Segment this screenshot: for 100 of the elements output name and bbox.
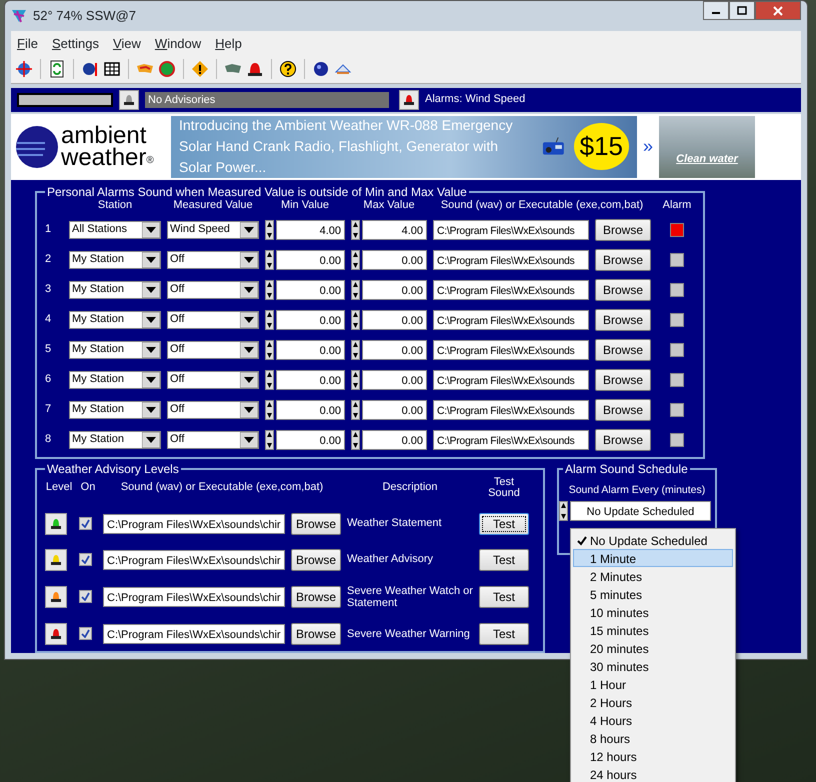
menu-option[interactable]: 5 minutes <box>573 585 733 603</box>
station-dropdown[interactable]: My Station <box>69 250 161 268</box>
spinner-icon[interactable] <box>265 430 274 450</box>
test-button[interactable]: Test <box>479 512 529 534</box>
on-checkbox[interactable] <box>79 553 92 566</box>
sound-path-field[interactable]: C:\Program Files\WxEx\sounds <box>433 370 589 390</box>
measure-dropdown[interactable]: Off <box>167 250 259 268</box>
help-icon[interactable] <box>279 60 297 78</box>
grid-icon[interactable] <box>103 60 121 78</box>
ad-banner[interactable]: Introducing the Ambient Weather WR-088 Emergency Solar Hand Crank Radio, Flashlight, Generator with Solar Power... $15 <box>171 116 637 178</box>
level-light-button[interactable] <box>45 586 67 608</box>
browse-button[interactable]: Browse <box>595 278 651 300</box>
minimize-button[interactable] <box>703 1 729 20</box>
browse-button[interactable]: Browse <box>595 428 651 450</box>
level-light-button[interactable] <box>45 622 67 645</box>
station-dropdown[interactable]: My Station <box>69 430 161 448</box>
menu-option[interactable]: 4 Hours <box>573 711 733 729</box>
browse-button[interactable]: Browse <box>291 512 341 534</box>
measure-dropdown[interactable]: Off <box>167 340 259 358</box>
sound-path-field[interactable]: C:\Program Files\WxEx\sounds\chir <box>103 624 285 644</box>
sound-path-field[interactable]: C:\Program Files\WxEx\sounds <box>433 280 589 300</box>
menu-item[interactable]: Window <box>154 34 202 54</box>
menu-item[interactable]: View <box>112 34 141 54</box>
spinner-icon[interactable] <box>351 220 360 240</box>
browse-button[interactable]: Browse <box>291 586 341 608</box>
level-light-button[interactable] <box>45 548 67 570</box>
max-value-field[interactable]: 0.00 <box>362 370 427 390</box>
menu-option[interactable]: 12 hours <box>573 747 733 765</box>
menu-item[interactable]: Help <box>215 34 242 54</box>
max-value-field[interactable]: 0.00 <box>362 340 427 360</box>
spinner-icon[interactable] <box>351 400 360 420</box>
min-value-field[interactable]: 0.00 <box>276 250 345 270</box>
station-dropdown[interactable]: My Station <box>69 340 161 358</box>
close-button[interactable] <box>755 1 801 20</box>
max-value-field[interactable]: 0.00 <box>362 280 427 300</box>
menu-item[interactable]: File <box>17 34 38 54</box>
menu-option[interactable]: 2 Minutes <box>573 567 733 585</box>
browse-button[interactable]: Browse <box>595 218 651 240</box>
min-value-field[interactable]: 4.00 <box>276 220 345 240</box>
warning-icon[interactable] <box>191 60 209 78</box>
spinner-icon[interactable] <box>351 250 360 270</box>
menu-option[interactable]: No Update Scheduled <box>573 531 733 549</box>
max-value-field[interactable]: 0.00 <box>362 310 427 330</box>
sound-path-field[interactable]: C:\Program Files\WxEx\sounds\chir <box>103 586 285 607</box>
menu-option[interactable]: 15 minutes <box>573 621 733 639</box>
sound-path-field[interactable]: C:\Program Files\WxEx\sounds <box>433 220 589 240</box>
test-button[interactable]: Test <box>479 548 529 570</box>
sound-path-field[interactable]: C:\Program Files\WxEx\sounds <box>433 250 589 270</box>
spinner-icon[interactable] <box>265 310 274 330</box>
globe-icon[interactable] <box>158 60 176 78</box>
spinner-icon[interactable] <box>265 220 274 240</box>
spinner-icon[interactable] <box>351 340 360 360</box>
test-button[interactable]: Test <box>479 622 529 645</box>
min-value-field[interactable]: 0.00 <box>276 400 345 420</box>
measure-dropdown[interactable]: Off <box>167 280 259 298</box>
station-dropdown[interactable]: My Station <box>69 370 161 388</box>
menu-option[interactable]: 8 hours <box>573 729 733 747</box>
max-value-field[interactable]: 0.00 <box>362 430 427 450</box>
next-ad-link[interactable]: » <box>643 133 654 160</box>
menu-option[interactable]: 30 minutes <box>573 657 733 675</box>
spinner-icon[interactable] <box>559 500 568 520</box>
on-checkbox[interactable] <box>79 590 92 604</box>
on-checkbox[interactable] <box>79 627 92 640</box>
menu-option[interactable]: 1 Hour <box>573 675 733 693</box>
spinner-icon[interactable] <box>351 370 360 390</box>
station-dropdown[interactable]: All Stations <box>69 220 161 238</box>
measure-dropdown[interactable]: Off <box>167 310 259 328</box>
measure-dropdown[interactable]: Wind Speed <box>167 220 259 238</box>
sound-path-field[interactable]: C:\Program Files\WxEx\sounds <box>433 400 589 420</box>
browse-button[interactable]: Browse <box>291 548 341 570</box>
sound-path-field[interactable]: C:\Program Files\WxEx\sounds\chir <box>103 514 285 534</box>
level-light-button[interactable] <box>45 512 67 534</box>
on-checkbox[interactable] <box>79 517 92 530</box>
min-value-field[interactable]: 0.00 <box>276 370 345 390</box>
spinner-icon[interactable] <box>351 280 360 300</box>
measure-dropdown[interactable]: Off <box>167 400 259 418</box>
max-value-field[interactable]: 0.00 <box>362 250 427 270</box>
menu-option[interactable]: 20 minutes <box>573 639 733 657</box>
min-value-field[interactable]: 0.00 <box>276 340 345 360</box>
max-value-field[interactable]: 0.00 <box>362 400 427 420</box>
globe-icon[interactable] <box>15 60 33 78</box>
browse-button[interactable]: Browse <box>595 308 651 330</box>
spinner-icon[interactable] <box>351 430 360 450</box>
spinner-icon[interactable] <box>265 370 274 390</box>
spinner-icon[interactable] <box>265 250 274 270</box>
menu-option[interactable]: 2 Hours <box>573 693 733 711</box>
station-dropdown[interactable]: My Station <box>69 280 161 298</box>
menu-item[interactable]: Settings <box>52 34 99 54</box>
menu-option[interactable]: 24 hours <box>573 765 733 782</box>
sphere-icon[interactable] <box>312 60 330 78</box>
station-dropdown[interactable]: My Station <box>69 310 161 328</box>
sound-path-field[interactable]: C:\Program Files\WxEx\sounds <box>433 310 589 330</box>
sound-path-field[interactable]: C:\Program Files\WxEx\sounds <box>433 340 589 360</box>
sound-path-field[interactable]: C:\Program Files\WxEx\sounds <box>433 430 589 450</box>
sound-path-field[interactable]: C:\Program Files\WxEx\sounds\chir <box>103 550 285 570</box>
menu-option[interactable]: 1 Minute <box>573 549 733 567</box>
browse-button[interactable]: Browse <box>595 248 651 270</box>
browse-button[interactable]: Browse <box>595 338 651 360</box>
max-value-field[interactable]: 4.00 <box>362 220 427 240</box>
measure-dropdown[interactable]: Off <box>167 370 259 388</box>
